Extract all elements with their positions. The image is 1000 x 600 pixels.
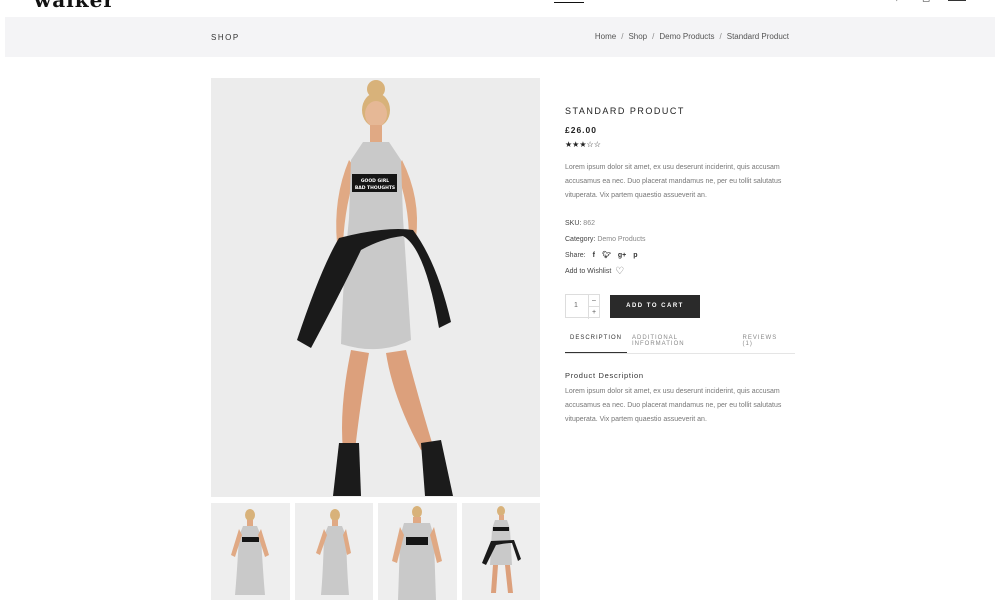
star-empty-icon: ☆ xyxy=(586,140,594,149)
product-summary: STANDARD PRODUCT £26.00 ★★★☆☆ Lorem ipsu… xyxy=(565,104,795,427)
sku-row: SKU: 862 xyxy=(565,216,795,232)
page-title-bar: SHOP Home / Shop / Demo Products / Stand… xyxy=(5,17,995,57)
breadcrumb-demo-products[interactable]: Demo Products xyxy=(659,32,714,41)
product-meta: SKU: 862 Category: Demo Products Share: … xyxy=(565,216,795,280)
thumbnail-closeup-photo xyxy=(378,503,457,600)
add-to-wishlist[interactable]: Add to Wishlist ♡ xyxy=(565,264,795,280)
facebook-icon[interactable]: f xyxy=(593,248,595,264)
star-rating[interactable]: ★★★☆☆ xyxy=(565,140,795,149)
add-to-cart-button[interactable]: ADD TO CART xyxy=(610,294,700,318)
search-icon[interactable]: ⌕ xyxy=(896,0,908,4)
add-to-cart-row: 1 – + ADD TO CART xyxy=(565,294,795,319)
share-label: Share: xyxy=(565,252,586,259)
product-description-heading: Product Description xyxy=(565,371,644,380)
tab-reviews[interactable]: REVIEWS (1) xyxy=(738,335,795,353)
product-tabs: DESCRIPTION ADDITIONAL INFORMATION REVIE… xyxy=(565,335,795,354)
quantity-stepper[interactable]: 1 – + xyxy=(565,294,600,319)
quantity-controls: – + xyxy=(588,295,599,319)
breadcrumb-current: Standard Product xyxy=(726,32,789,41)
breadcrumb: Home / Shop / Demo Products / Standard P… xyxy=(595,32,789,41)
share-row: Share: f 🐦︎ g+ p xyxy=(565,248,795,264)
quantity-increase-button[interactable]: + xyxy=(589,307,599,319)
thumbnail-front-photo xyxy=(211,503,290,600)
heart-icon: ♡ xyxy=(615,266,625,277)
thumbnail-jacket-photo xyxy=(461,503,540,600)
model-photo: GOOD GIRL BAD THOUGHTS xyxy=(211,78,540,497)
cart-icon[interactable]: ◻ xyxy=(922,0,934,4)
active-nav-indicator xyxy=(554,2,584,3)
tab-additional-information[interactable]: ADDITIONAL INFORMATION xyxy=(627,335,738,353)
thumbnail-4[interactable] xyxy=(461,503,540,600)
header-icons: ⌕ ◻ xyxy=(896,0,966,4)
page-title: SHOP xyxy=(211,33,240,42)
product-price: £26.00 xyxy=(565,125,597,135)
menu-icon[interactable] xyxy=(948,0,966,1)
breadcrumb-separator: / xyxy=(652,32,655,41)
star-empty-icon: ☆ xyxy=(593,140,601,149)
sku-label: SKU: xyxy=(565,220,582,227)
product-description-text: Lorem ipsum dolor sit amet, ex usu deser… xyxy=(565,388,782,423)
category-row: Category: Demo Products xyxy=(565,232,795,248)
breadcrumb-separator: / xyxy=(621,32,624,41)
product-main-image[interactable]: GOOD GIRL BAD THOUGHTS xyxy=(211,78,540,497)
twitter-icon[interactable]: 🐦︎ xyxy=(602,248,611,264)
quantity-decrease-button[interactable]: – xyxy=(589,295,599,307)
tab-description[interactable]: DESCRIPTION xyxy=(565,335,628,353)
thumbnail-3[interactable] xyxy=(378,503,457,600)
thumbnail-back-photo xyxy=(294,503,373,600)
thumbnail-2[interactable] xyxy=(294,503,373,600)
top-header: walker ⌕ ◻ xyxy=(0,0,1000,16)
sku-value: 862 xyxy=(583,220,595,227)
google-plus-icon[interactable]: g+ xyxy=(618,248,626,264)
category-link[interactable]: Demo Products xyxy=(597,236,645,243)
dress-print-line-1: GOOD GIRL xyxy=(361,178,389,184)
dress-print-line-2: BAD THOUGHTS xyxy=(355,185,395,191)
quantity-input[interactable]: 1 xyxy=(574,302,578,309)
breadcrumb-home[interactable]: Home xyxy=(595,32,616,41)
product-short-description: Lorem ipsum dolor sit amet, ex usu deser… xyxy=(565,164,782,199)
thumbnail-1[interactable] xyxy=(211,503,290,600)
product-title: STANDARD PRODUCT xyxy=(565,106,685,116)
site-logo[interactable]: walker xyxy=(34,0,115,12)
breadcrumb-separator: / xyxy=(719,32,722,41)
pinterest-icon[interactable]: p xyxy=(633,248,637,264)
thumbnail-gallery xyxy=(211,503,540,600)
wishlist-label: Add to Wishlist xyxy=(565,268,612,275)
breadcrumb-shop[interactable]: Shop xyxy=(628,32,647,41)
star-filled-icon: ★ xyxy=(579,140,587,149)
category-label: Category: xyxy=(565,236,596,243)
